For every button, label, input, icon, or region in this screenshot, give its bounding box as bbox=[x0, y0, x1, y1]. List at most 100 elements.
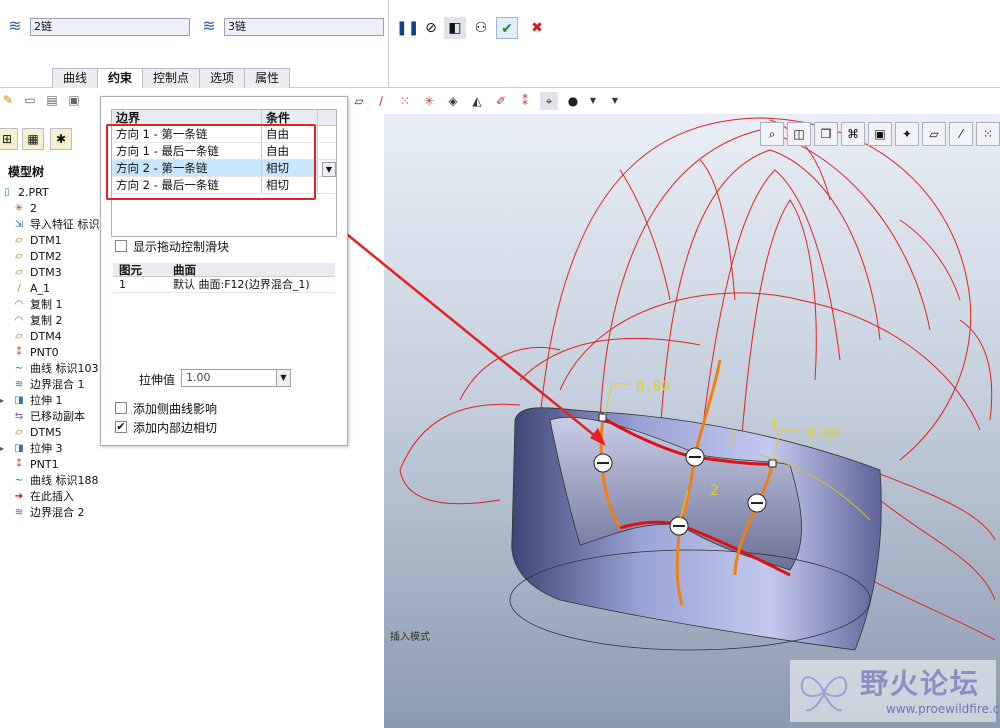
chevron-down-icon[interactable]: ▼ bbox=[322, 162, 336, 177]
expand-arrow-icon[interactable]: ▸ bbox=[0, 393, 4, 409]
import-icon: ⇲ bbox=[14, 219, 24, 230]
open-icon[interactable]: ▤ bbox=[44, 92, 60, 108]
datum-plane-display-icon[interactable]: ▱ bbox=[350, 92, 368, 110]
tree-item[interactable]: ▱ DTM1 bbox=[0, 233, 100, 249]
tree-item-label: 复制 1 bbox=[30, 298, 63, 311]
navigator-tabs: ⊞ ▦ ✱ bbox=[0, 126, 100, 154]
favorites-tab-icon[interactable]: ✱ bbox=[50, 128, 72, 150]
new-icon[interactable]: ✎ bbox=[0, 92, 16, 108]
zoom-out-icon[interactable]: ◫ bbox=[787, 122, 811, 146]
direction1-chain-field[interactable]: 2链 bbox=[30, 18, 190, 36]
point-display-icon[interactable]: ⁙ bbox=[396, 92, 414, 110]
tree-item-label: PNT1 bbox=[30, 458, 59, 471]
datum-plane-icon: ▱ bbox=[15, 251, 23, 262]
tree-item-label: DTM2 bbox=[30, 250, 62, 263]
add-inner-tangent-label: 添加内部边相切 bbox=[133, 421, 218, 435]
named-views-icon[interactable]: ⌘ bbox=[841, 122, 865, 146]
tree-item[interactable]: ◠ 复制 1 bbox=[0, 297, 100, 313]
tab-control-points[interactable]: 控制点 bbox=[142, 68, 201, 88]
accept-button[interactable]: ✔ bbox=[496, 17, 518, 39]
tree-item[interactable]: ▱ DTM5 bbox=[0, 425, 100, 441]
tab-options[interactable]: 选项 bbox=[199, 68, 246, 88]
tree-item-label: 复制 2 bbox=[30, 314, 63, 327]
tree-item[interactable]: ▸ ◨ 拉伸 3 bbox=[0, 441, 100, 457]
saved-views-icon[interactable]: ▣ bbox=[868, 122, 892, 146]
zoom-window-icon[interactable]: ⌕ bbox=[760, 122, 784, 146]
curve-icon: ∼ bbox=[14, 475, 24, 486]
tree-item[interactable]: ≋ 边界混合 1 bbox=[0, 377, 100, 393]
refit-icon[interactable]: ❒ bbox=[814, 122, 838, 146]
new-file-icon[interactable]: ▭ bbox=[22, 92, 38, 108]
stretch-value[interactable]: 1.00 bbox=[186, 371, 211, 384]
tab-properties[interactable]: 属性 bbox=[244, 68, 291, 88]
graphics-viewport[interactable] bbox=[384, 114, 1000, 728]
extrude-icon: ◨ bbox=[14, 395, 24, 406]
add-inner-tangent-checkbox[interactable]: ✔ bbox=[115, 421, 127, 433]
shading-icon[interactable]: ● bbox=[564, 92, 582, 110]
tree-item[interactable]: ∼ 曲线 标识188 bbox=[0, 473, 100, 489]
header-filler bbox=[318, 110, 336, 125]
chain-direction1-icon: ≋ bbox=[8, 16, 22, 35]
axis-toggle-icon[interactable]: ⁄ bbox=[949, 122, 973, 146]
tree-item[interactable]: ⇲ 导入特征 标识 bbox=[0, 217, 100, 233]
tree-item[interactable]: ⁑ PNT1 bbox=[0, 457, 100, 473]
tree-item[interactable]: ✳ 2 bbox=[0, 201, 100, 217]
tab-constraints[interactable]: 约束 bbox=[97, 68, 144, 88]
tree-item[interactable]: ▱ DTM3 bbox=[0, 265, 100, 281]
csys-tool-icon[interactable]: ⌖ bbox=[540, 92, 558, 110]
insert-here-icon: ➔ bbox=[14, 491, 24, 502]
axis-display-icon[interactable]: ∕ bbox=[372, 92, 390, 110]
watermark-url: www.proewildfire.cn bbox=[886, 702, 1000, 716]
stretch-value-combo[interactable]: 1.00 ▼ bbox=[181, 369, 291, 387]
surface-cell[interactable]: 默认 曲面:F12(边界混合_1) bbox=[169, 277, 335, 292]
chain-direction2-icon: ≋ bbox=[202, 16, 216, 35]
condition-dropdown[interactable]: ▼ bbox=[318, 160, 336, 177]
tree-item-label: 曲线 标识188 bbox=[30, 474, 99, 487]
more-tools-icon[interactable]: ▼ bbox=[606, 92, 624, 110]
datum-plane-tool-icon[interactable]: ◈ bbox=[444, 92, 462, 110]
table-row[interactable]: 1 默认 曲面:F12(边界混合_1) bbox=[113, 277, 335, 293]
cancel-button[interactable]: ✖ bbox=[526, 17, 548, 39]
direction2-chain-field[interactable]: 3链 bbox=[224, 18, 384, 36]
sketch-tool-icon[interactable]: ✐ bbox=[492, 92, 510, 110]
tab-curves[interactable]: 曲线 bbox=[52, 68, 99, 88]
datum-axis-tool-icon[interactable]: ◭ bbox=[468, 92, 486, 110]
spin-center-icon[interactable]: ✦ bbox=[895, 122, 919, 146]
curve-icon: ∼ bbox=[14, 363, 24, 374]
show-drag-handles-checkbox[interactable] bbox=[115, 240, 127, 252]
csys-display-icon[interactable]: ✳ bbox=[420, 92, 438, 110]
tree-item[interactable]: ⇆ 已移动副本 bbox=[0, 409, 100, 425]
copy-surface-icon: ◠ bbox=[14, 299, 24, 310]
no-preview-button[interactable]: ⊘ bbox=[420, 17, 442, 39]
watermark: 野火论坛 www.proewildfire.cn bbox=[790, 660, 1000, 722]
datum-plane-toggle-icon[interactable]: ▱ bbox=[922, 122, 946, 146]
tree-item[interactable]: ≋ 边界混合 2 bbox=[0, 505, 100, 521]
csys-icon: ✳ bbox=[14, 203, 24, 214]
shading-dropdown-icon[interactable]: ▼ bbox=[584, 92, 602, 110]
datum-plane-icon: ▱ bbox=[15, 235, 23, 246]
tree-item[interactable]: ▱ DTM2 bbox=[0, 249, 100, 265]
verify-mode-button[interactable]: ⚇ bbox=[470, 17, 492, 39]
expand-arrow-icon[interactable]: ▸ bbox=[0, 441, 4, 457]
tree-item[interactable]: ∼ 曲线 标识103 bbox=[0, 361, 100, 377]
pause-button[interactable]: ❚❚ bbox=[396, 17, 419, 39]
tree-item[interactable]: ⁑ PNT0 bbox=[0, 345, 100, 361]
model-tree-tab-icon[interactable]: ⊞ bbox=[0, 128, 18, 150]
tree-item-label: 在此插入 bbox=[30, 490, 74, 503]
folder-browser-tab-icon[interactable]: ▦ bbox=[22, 128, 44, 150]
tree-item[interactable]: ∕ A_1 bbox=[0, 281, 100, 297]
chevron-down-icon[interactable]: ▼ bbox=[276, 370, 290, 386]
tree-item[interactable]: ◠ 复制 2 bbox=[0, 313, 100, 329]
add-side-curve-checkbox[interactable] bbox=[115, 402, 127, 414]
tree-item[interactable]: ➔ 在此插入 bbox=[0, 489, 100, 505]
datum-plane-icon: ▱ bbox=[15, 331, 23, 342]
point-toggle-icon[interactable]: ⁙ bbox=[976, 122, 1000, 146]
tree-item[interactable]: ▸ ◨ 拉伸 1 bbox=[0, 393, 100, 409]
extrude-icon: ◨ bbox=[14, 443, 24, 454]
preview-geometry-button[interactable]: ◧ bbox=[444, 17, 466, 39]
tree-item[interactable]: ▱ DTM4 bbox=[0, 329, 100, 345]
tree-item[interactable]: ▯ 2.PRT bbox=[0, 185, 100, 201]
save-icon[interactable]: ▣ bbox=[66, 92, 82, 108]
datum-point-tool-icon[interactable]: ⁑ bbox=[516, 92, 534, 110]
tree-item-label: DTM4 bbox=[30, 330, 62, 343]
